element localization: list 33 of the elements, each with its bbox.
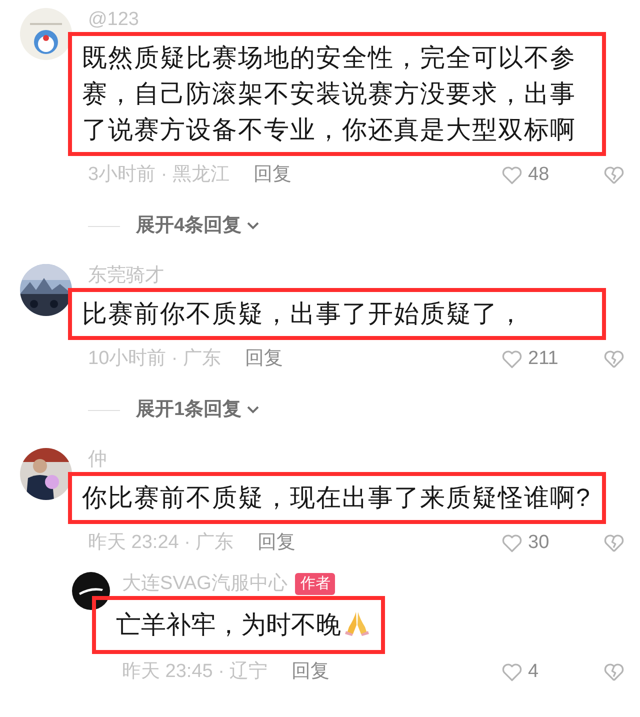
comment-text: 比赛前你不质疑，出事了开始质疑了，: [68, 288, 606, 340]
like-count: 4: [528, 660, 539, 684]
heart-icon[interactable]: [500, 164, 524, 186]
like-count: 211: [528, 346, 558, 371]
reply-text: 亡羊补牢，为时不晚: [92, 596, 385, 654]
user-name[interactable]: 东莞骑才: [88, 264, 164, 288]
comment-text: 既然质疑比赛场地的安全性，完全可以不参赛，自己防滚架不安装说赛方没要求，出事了说赛方设备不专业，你还真是大型双标啊: [68, 32, 606, 156]
expand-replies-link[interactable]: 展开1条回复: [136, 396, 242, 424]
expand-replies-link[interactable]: 展开4条回复: [136, 212, 242, 240]
avatar-icon[interactable]: [20, 448, 72, 500]
like-count: 30: [528, 530, 550, 555]
user-name[interactable]: 仲: [88, 448, 107, 472]
heart-icon[interactable]: [500, 348, 524, 370]
comment-text: 你比赛前不质疑，现在出事了来质疑怪谁啊?: [68, 472, 606, 524]
broken-heart-icon[interactable]: [602, 532, 626, 554]
heart-icon[interactable]: [500, 532, 524, 554]
author-tag: 作者: [295, 573, 336, 595]
comment-meta: 3小时前 · 黑龙江: [88, 162, 230, 187]
comment-meta: 10小时前 · 广东: [88, 346, 222, 371]
comment-meta: 昨天 23:24 · 广东: [88, 530, 234, 555]
comment-meta: 昨天 23:45 · 辽宁: [122, 660, 268, 684]
logo-icon[interactable]: [72, 572, 110, 610]
user-name[interactable]: 大连SVAG汽服中心: [122, 572, 288, 596]
like-count: 48: [528, 162, 550, 187]
heart-icon[interactable]: [500, 661, 524, 683]
broken-heart-icon[interactable]: [602, 348, 626, 370]
reply-link[interactable]: 回复: [253, 160, 292, 190]
reply-link[interactable]: 回复: [258, 528, 296, 558]
reply-link[interactable]: 回复: [245, 344, 284, 374]
reply-link[interactable]: 回复: [292, 658, 330, 686]
broken-heart-icon[interactable]: [602, 661, 626, 683]
user-name[interactable]: @123: [88, 8, 139, 32]
broken-heart-icon[interactable]: [602, 164, 626, 186]
